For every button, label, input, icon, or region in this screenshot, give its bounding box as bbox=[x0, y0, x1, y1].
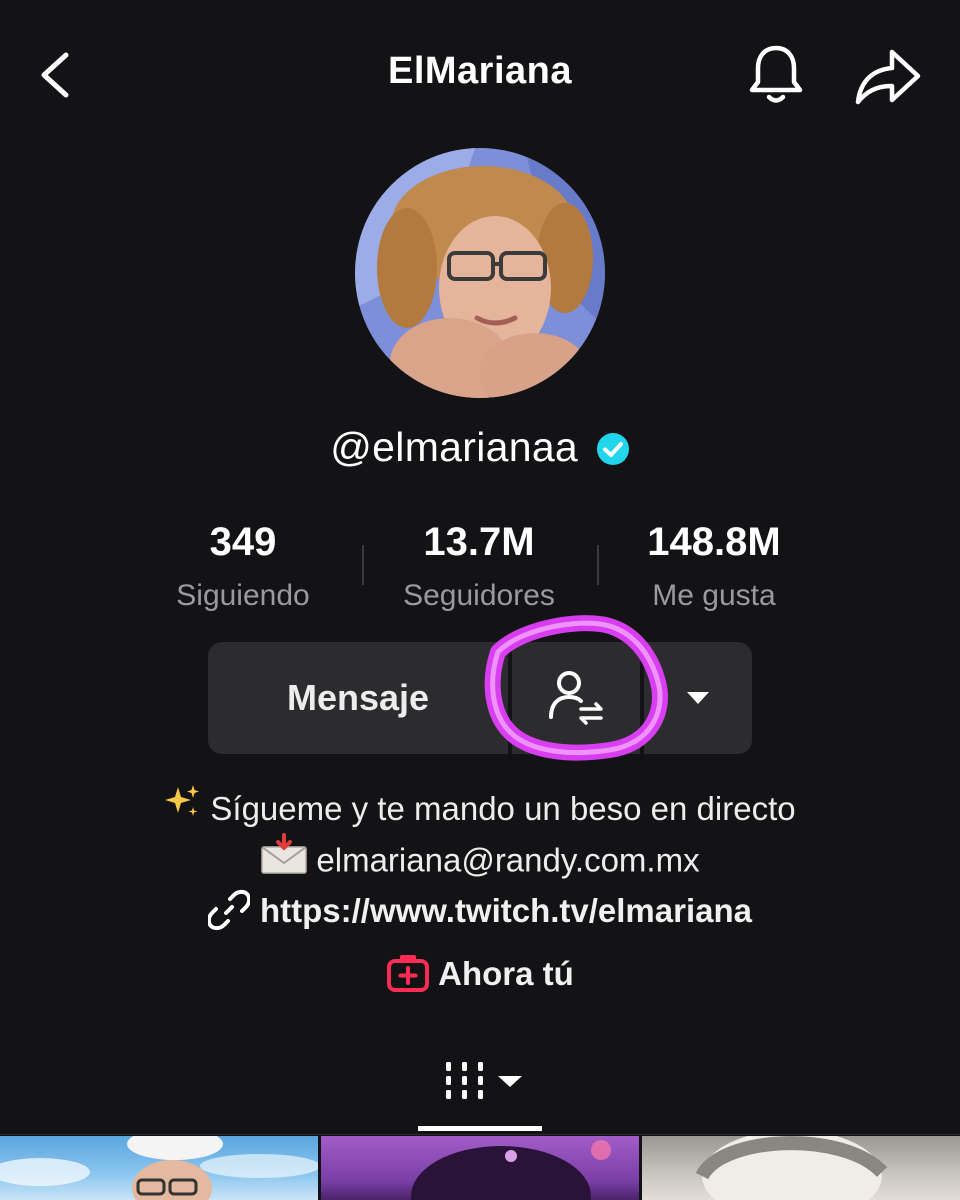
username-row: @elmarianaa bbox=[0, 424, 960, 471]
bio-link[interactable]: https://www.twitch.tv/elmariana bbox=[0, 890, 960, 934]
stat-likes-value: 148.8M bbox=[647, 520, 781, 564]
share-arrow-icon bbox=[855, 49, 921, 105]
message-button[interactable]: Mensaje bbox=[208, 642, 508, 754]
stat-following-value: 349 bbox=[209, 520, 277, 564]
ahora-tu-button[interactable]: Ahora tú bbox=[0, 955, 960, 996]
video-thumbnail[interactable] bbox=[642, 1136, 960, 1200]
bio-link-text: https://www.twitch.tv/elmariana bbox=[259, 892, 753, 929]
notifications-button[interactable] bbox=[740, 40, 812, 110]
plus-box-icon bbox=[387, 955, 430, 993]
envelope-icon bbox=[260, 833, 308, 887]
caret-down-icon bbox=[687, 692, 709, 704]
page-title: ElMariana bbox=[387, 50, 573, 92]
link-icon bbox=[206, 890, 252, 931]
stats-divider bbox=[362, 545, 364, 585]
bio: Sígueme y te mando un beso en directo el… bbox=[0, 783, 960, 890]
sparkles-icon bbox=[164, 783, 202, 833]
stat-following-label: Siguiendo bbox=[176, 579, 310, 612]
tab-videos-grid[interactable] bbox=[418, 1040, 542, 1134]
thumbnail-image bbox=[411, 1140, 611, 1200]
thumbnail-image bbox=[695, 1136, 888, 1200]
action-buttons: Mensaje bbox=[208, 642, 752, 754]
verified-badge-icon bbox=[596, 429, 630, 466]
video-thumbnail[interactable] bbox=[321, 1136, 639, 1200]
stat-likes-label: Me gusta bbox=[652, 579, 776, 612]
grid-columns-icon bbox=[446, 1062, 522, 1099]
thumbnail-image bbox=[0, 1136, 318, 1200]
active-tab-indicator bbox=[418, 1126, 542, 1131]
bio-line-2: elmariana@randy.com.mx bbox=[0, 833, 960, 890]
avatar-photo bbox=[355, 148, 605, 398]
stats-divider bbox=[597, 545, 599, 585]
bio-email: elmariana@randy.com.mx bbox=[316, 842, 700, 879]
avatar[interactable] bbox=[355, 148, 605, 398]
ahora-tu-label: Ahora tú bbox=[438, 955, 574, 992]
stat-likes[interactable]: 148.8M Me gusta bbox=[594, 520, 834, 613]
friend-status-button[interactable] bbox=[512, 642, 640, 754]
stat-followers[interactable]: 13.7M Seguidores bbox=[359, 520, 599, 613]
bell-icon bbox=[749, 45, 803, 103]
content-tab-bar bbox=[0, 1040, 960, 1135]
username: @elmarianaa bbox=[330, 424, 579, 470]
stat-followers-value: 13.7M bbox=[423, 520, 535, 564]
caret-down-icon bbox=[498, 1076, 522, 1087]
video-grid bbox=[0, 1136, 960, 1200]
bio-line-1: Sígueme y te mando un beso en directo bbox=[0, 783, 960, 836]
stat-following[interactable]: 349 Siguiendo bbox=[123, 520, 363, 613]
video-thumbnail[interactable] bbox=[0, 1136, 318, 1200]
stats-row: 349 Siguiendo 13.7M Seguidores 148.8M Me… bbox=[0, 520, 960, 620]
user-swap-icon bbox=[549, 671, 603, 725]
stat-followers-label: Seguidores bbox=[403, 579, 555, 612]
more-options-button[interactable] bbox=[644, 642, 752, 754]
top-bar: ElMariana bbox=[0, 0, 960, 150]
bio-text-1: Sígueme y te mando un beso en directo bbox=[210, 790, 796, 827]
share-button[interactable] bbox=[848, 42, 928, 112]
